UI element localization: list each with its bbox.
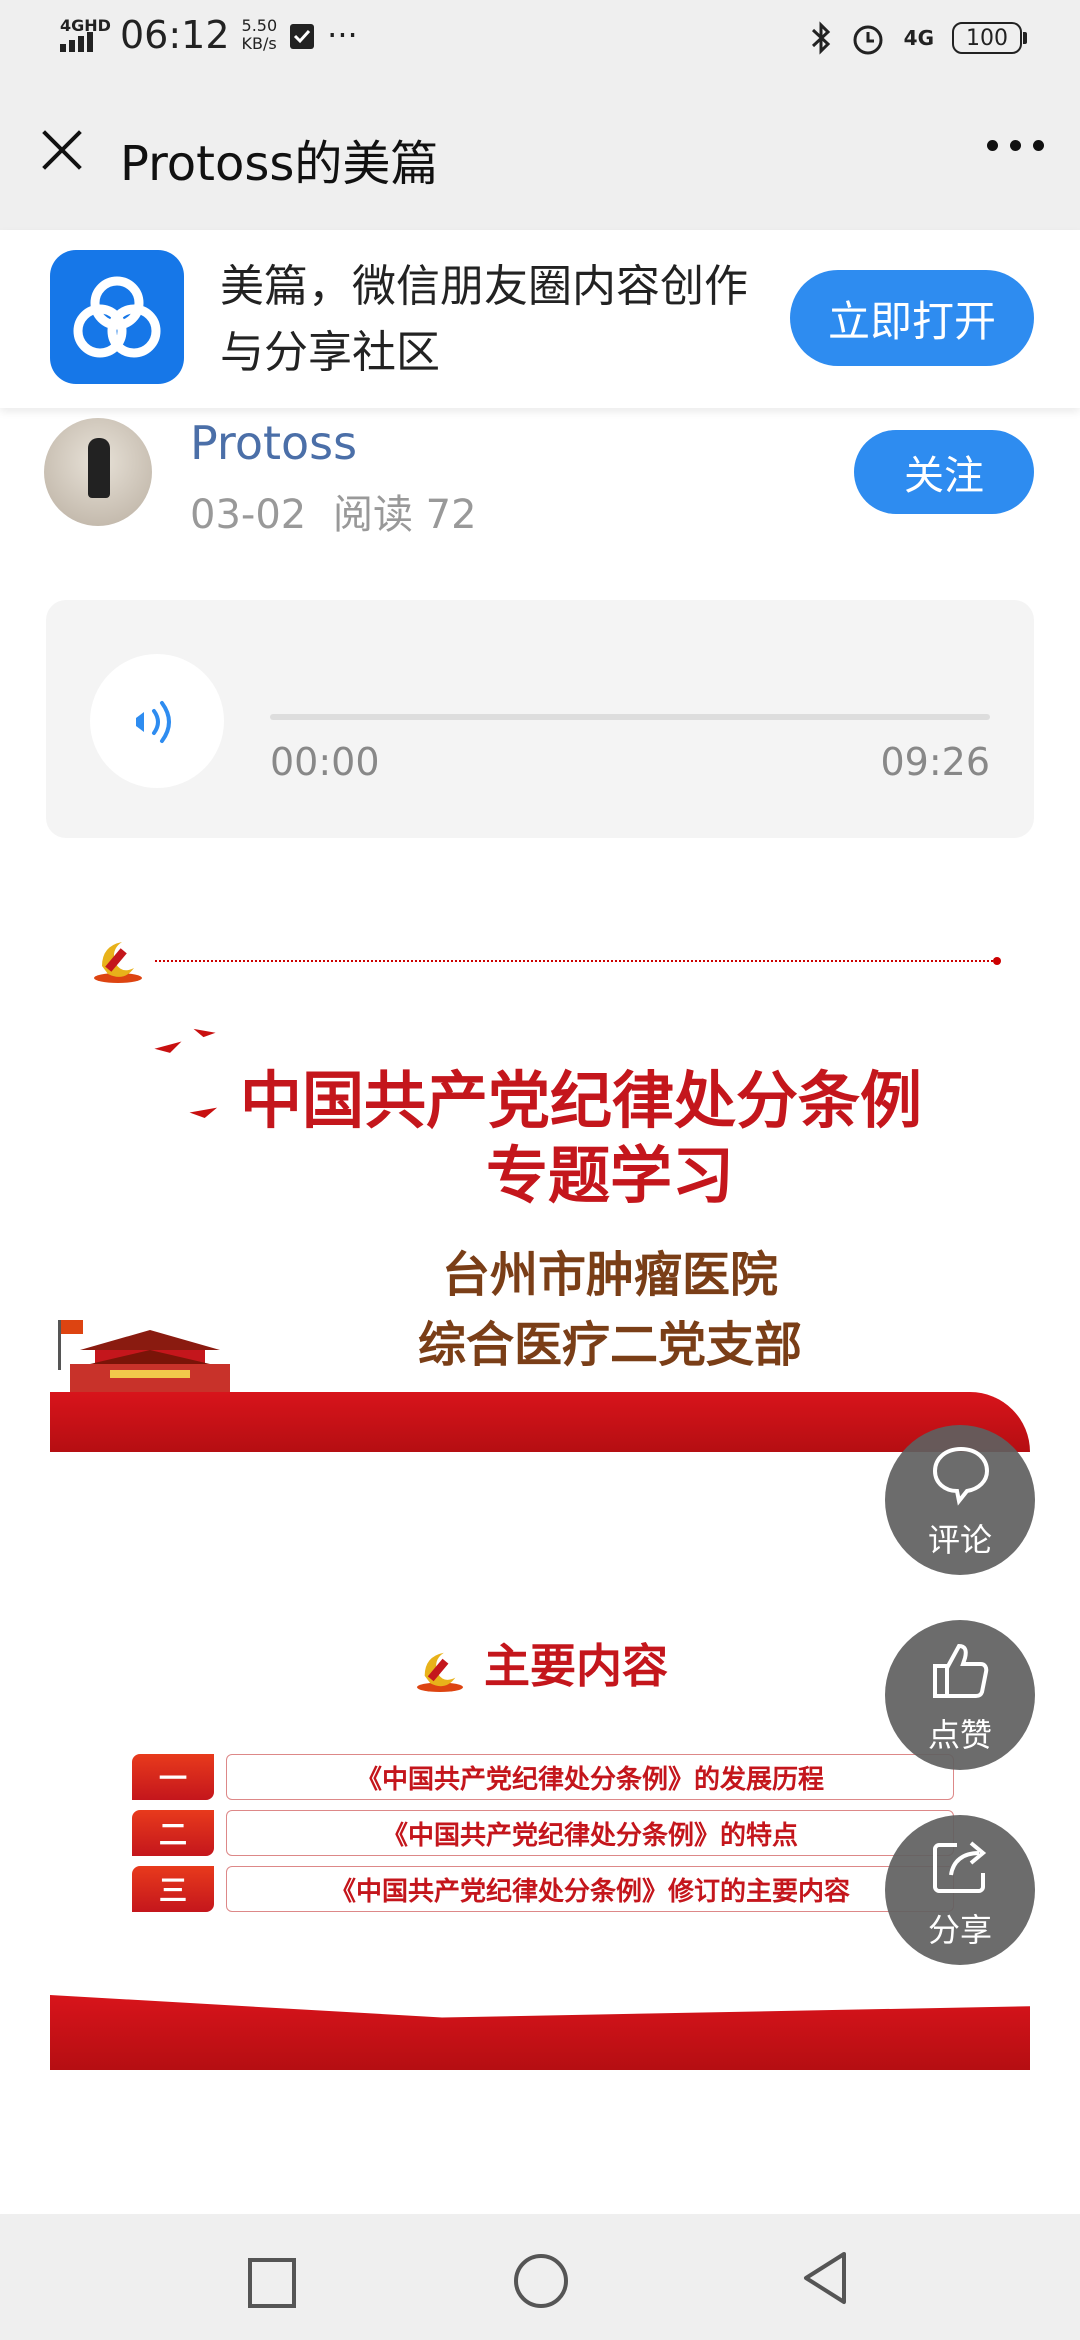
comment-button[interactable]: 评论 — [885, 1425, 1035, 1575]
post-date: 03-02 — [190, 492, 307, 538]
like-label: 点赞 — [927, 1716, 992, 1754]
net-speed-value: 5.50 — [241, 16, 278, 35]
list-item-number: 三 — [132, 1866, 214, 1912]
share-button[interactable]: 分享 — [885, 1815, 1035, 1965]
red-ribbon — [50, 1392, 1030, 1452]
network-type: 4GHD — [60, 16, 111, 35]
author-row: Protoss 03-02 阅读 72 关注 — [0, 410, 1080, 550]
notification-check-icon — [290, 24, 315, 49]
share-label: 分享 — [927, 1911, 992, 1949]
comment-icon — [932, 1446, 990, 1506]
follow-button[interactable]: 关注 — [854, 430, 1034, 514]
list-item-text: 《中国共产党纪律处分条例》的发展历程 — [226, 1754, 954, 1800]
audio-progress-track[interactable] — [270, 714, 990, 720]
post-meta: 03-02 阅读 72 — [190, 482, 477, 540]
open-app-banner: 美篇，微信朋友圈内容创作与分享社区 立即打开 — [0, 230, 1080, 408]
audio-play-button[interactable] — [90, 654, 224, 788]
slide-org-line1: 台州市肿瘤医院 — [441, 1247, 778, 1303]
list-item-text: 《中国共产党纪律处分条例》的特点 — [226, 1810, 954, 1856]
open-app-button[interactable]: 立即打开 — [790, 270, 1034, 366]
alarm-icon — [853, 25, 883, 55]
status-time: 06:12 — [120, 13, 230, 57]
recent-apps-icon[interactable] — [248, 2258, 296, 2308]
net-speed: 5.50 KB/s — [242, 17, 278, 53]
net-speed-unit: KB/s — [241, 34, 277, 53]
list-item-number: 一 — [132, 1754, 214, 1800]
status-bar: 4GHD 06:12 5.50 KB/s ··· 4G 100 — [0, 0, 1080, 80]
list-item-text: 《中国共产党纪律处分条例》修订的主要内容 — [226, 1866, 954, 1912]
app-bar: Protoss的美篇 — [0, 80, 1080, 230]
close-icon[interactable] — [34, 122, 90, 178]
more-notifications-icon: ··· — [327, 16, 358, 54]
list-item: 二 《中国共产党纪律处分条例》的特点 — [132, 1810, 954, 1856]
banner-text: 美篇，微信朋友圈内容创作与分享社区 — [220, 261, 748, 378]
red-ribbon — [50, 1995, 1030, 2070]
reads-count: 72 — [425, 492, 477, 538]
dove-icon — [192, 1028, 216, 1040]
avatar[interactable] — [44, 418, 152, 526]
speaker-icon — [136, 701, 171, 743]
page-title: Protoss的美篇 — [120, 136, 439, 192]
home-icon[interactable] — [514, 2254, 568, 2308]
slide-heading: 主要内容 — [50, 1630, 1030, 1696]
audio-player: 00:00 09:26 — [46, 600, 1034, 838]
slide-title-line2: 专题学习 — [485, 1139, 734, 1212]
thumbs-up-icon — [933, 1643, 989, 1698]
bluetooth-icon — [811, 21, 830, 55]
system-nav-bar — [0, 2214, 1080, 2340]
battery-level: 100 — [966, 25, 1008, 51]
back-icon[interactable] — [800, 2250, 850, 2306]
divider-line — [155, 957, 1001, 965]
like-button[interactable]: 点赞 — [885, 1620, 1035, 1770]
dove-icon — [189, 1107, 219, 1121]
battery-icon: 100 — [952, 22, 1027, 54]
network-indicator: 4GHD — [60, 16, 111, 52]
author-name[interactable]: Protoss — [190, 416, 357, 470]
slide-heading-text: 主要内容 — [484, 1639, 668, 1693]
meipian-logo-icon[interactable] — [50, 250, 184, 384]
mobile-data-indicator: 4G — [903, 26, 934, 50]
party-emblem-icon — [94, 942, 142, 983]
slide-contents-image[interactable]: 主要内容 一 《中国共产党纪律处分条例》的发展历程 二 《中国共产党纪律处分条例… — [50, 1540, 1030, 2070]
dove-icon — [154, 1041, 184, 1057]
more-menu-icon[interactable] — [987, 140, 1044, 151]
party-emblem-icon — [416, 1652, 463, 1692]
audio-current-time: 00:00 — [270, 740, 380, 784]
slide-title-image[interactable]: 中国共产党纪律处分条例 专题学习 台州市肿瘤医院 综合医疗二党支部 — [50, 900, 1030, 1452]
audio-total-time: 09:26 — [880, 740, 990, 784]
comment-label: 评论 — [927, 1521, 992, 1559]
list-item-number: 二 — [132, 1810, 214, 1856]
list-item: 一 《中国共产党纪律处分条例》的发展历程 — [132, 1754, 954, 1800]
list-item: 三 《中国共产党纪律处分条例》修订的主要内容 — [132, 1866, 954, 1912]
share-icon — [933, 1841, 987, 1893]
reads-label: 阅读 — [332, 492, 413, 538]
